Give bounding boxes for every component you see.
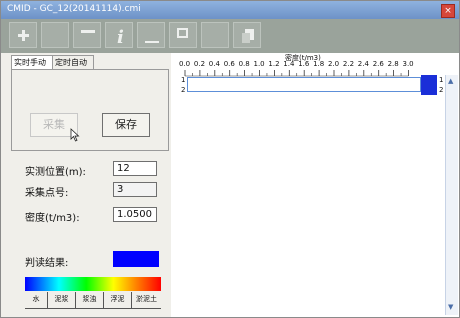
title-bar: CMID - GC_12(20141114).cmi × [1, 1, 459, 19]
tab-panel: 采集 保存 [11, 69, 169, 151]
legend-item-floating-mud: 浮泥 [104, 292, 132, 308]
color-scale-legend: 水 泥浆 浆浊 浮泥 淤泥土 [25, 292, 161, 309]
close-icon: × [444, 6, 452, 16]
row-label-1: 1 [181, 76, 186, 84]
close-button[interactable]: × [441, 4, 455, 18]
minimize-icon [81, 30, 95, 33]
tick-label: 0.6 [223, 60, 235, 68]
blank-icon [206, 26, 226, 46]
toolbar-button-2[interactable] [41, 22, 69, 48]
row-label-right-2: 2 [439, 86, 444, 94]
legend-item-water: 水 [25, 292, 48, 308]
app-window: CMID - GC_12(20141114).cmi × i 实时手动 定时自动… [0, 0, 460, 318]
window-icon [177, 28, 188, 38]
window-title: CMID - GC_12(20141114).cmi [7, 4, 141, 14]
result-color-swatch [113, 251, 159, 267]
tick-label: 1.6 [298, 60, 310, 68]
tick-label: 1.8 [313, 60, 325, 68]
toolbar-button-upload[interactable] [9, 22, 37, 48]
tick-label: 2.6 [372, 60, 384, 68]
color-scale-bar [25, 277, 161, 291]
tab-timed-auto[interactable]: 定时自动 [52, 55, 94, 69]
tick-label: 3.0 [402, 60, 414, 68]
tick-label: 1.0 [253, 60, 265, 68]
toolbar-button-3[interactable] [73, 22, 101, 48]
info-icon: i [117, 27, 124, 46]
legend-item-silt-soil: 淤泥土 [136, 295, 157, 303]
density-label: 密度(t/m3): [25, 213, 80, 224]
point-number-field[interactable]: 3 [113, 182, 157, 197]
tick-label: 0.2 [193, 60, 206, 68]
save-button[interactable]: 保存 [102, 113, 150, 137]
tick-label: 2.2 [342, 60, 355, 68]
toolbar-button-info[interactable]: i [105, 22, 133, 48]
mouse-cursor-icon [70, 128, 80, 142]
tick-label: 2.4 [357, 60, 369, 68]
tick-label: 0.8 [238, 60, 250, 68]
density-bar-track [187, 77, 421, 92]
toolbar: i [1, 19, 459, 53]
toolbar-button-6[interactable] [169, 22, 197, 48]
tick-label: 1.4 [283, 60, 295, 68]
left-panel: 实时手动 定时自动 采集 保存 实测位置(m): 12 采集点号: 3 密度(t… [1, 53, 169, 317]
tab-realtime-manual[interactable]: 实时手动 [11, 55, 53, 69]
dash-icon [145, 41, 159, 43]
scroll-up-icon[interactable]: ▲ [448, 77, 453, 85]
point-number-label: 采集点号: [25, 188, 69, 199]
result-label: 判读结果: [25, 258, 69, 269]
tick-label: 1.2 [268, 60, 280, 68]
toolbar-button-5[interactable] [137, 22, 165, 48]
scroll-down-icon[interactable]: ▼ [448, 303, 453, 311]
svg-text:i: i [117, 27, 124, 46]
tick-label: 2.8 [387, 60, 399, 68]
density-field[interactable]: 1.0500 [113, 207, 157, 222]
upload-icon [18, 30, 29, 41]
legend-item-mud-slurry: 泥浆 [48, 292, 76, 308]
toolbar-button-7[interactable] [201, 22, 229, 48]
toolbar-button-8[interactable] [233, 22, 261, 48]
tick-label: 0.4 [208, 60, 220, 68]
tick-label: 2.0 [328, 60, 340, 68]
position-label: 实测位置(m): [25, 167, 86, 178]
vertical-scrollbar[interactable]: ▲ ▼ [445, 75, 458, 315]
legend-item-turbid: 浆浊 [76, 292, 104, 308]
density-chart-panel: 密度(t/m3) 0.0 0.2 0.4 0.6 0.8 1.0 1.2 1.4 1.6 1.8 2… [171, 53, 459, 317]
row-label-right-1: 1 [439, 76, 444, 84]
density-value-marker [421, 75, 437, 95]
blank-icon [46, 26, 66, 46]
tick-label: 0.0 [179, 60, 191, 68]
row-label-2: 2 [181, 86, 186, 94]
density-ruler [184, 70, 409, 77]
copy-icon [242, 29, 254, 43]
position-field[interactable]: 12 [113, 161, 157, 176]
